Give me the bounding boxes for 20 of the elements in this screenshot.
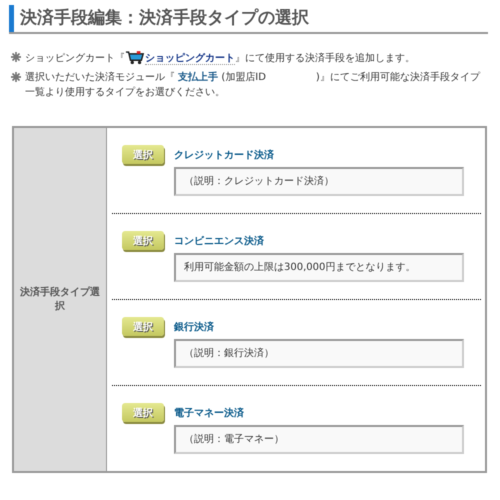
select-button[interactable]: 選択 — [122, 317, 164, 336]
method-name: 電子マネー決済 — [174, 406, 244, 420]
note-text: 選択いただいた決済モジュール『 支払上手 (加盟店ID )』にてご利用可能な決済手段タイプ一覧より使用するタイプをお選びください。 — [25, 70, 482, 100]
row-label: 決済手段タイプ選択 — [14, 128, 107, 471]
bullet-icon — [11, 72, 21, 82]
method-description: 利用可能金額の上限は300,000円までとなります。 — [174, 253, 464, 282]
page-title: 決済手段編集：決済手段タイプの選択 — [9, 5, 488, 32]
method-description: （説明：銀行決済） — [174, 339, 464, 368]
method-description: （説明：クレジットカード決済） — [174, 167, 464, 196]
note-text: ショッピングカート『 ショッピングカート』にて使用する決済手段を追加します。 — [25, 50, 415, 66]
select-button[interactable]: 選択 — [122, 231, 164, 250]
method-name: コンビニエンス決済 — [174, 234, 264, 248]
link[interactable]: 支払上手 — [178, 72, 218, 83]
method-name: クレジットカード決済 — [174, 148, 274, 162]
select-button[interactable]: 選択 — [122, 403, 164, 422]
select-button[interactable]: 選択 — [122, 145, 164, 164]
bullet-icon — [11, 52, 21, 62]
link[interactable]: ショッピングカート — [145, 53, 235, 65]
method-description: （説明：電子マネー） — [174, 425, 464, 454]
method-name: 銀行決済 — [174, 320, 214, 334]
